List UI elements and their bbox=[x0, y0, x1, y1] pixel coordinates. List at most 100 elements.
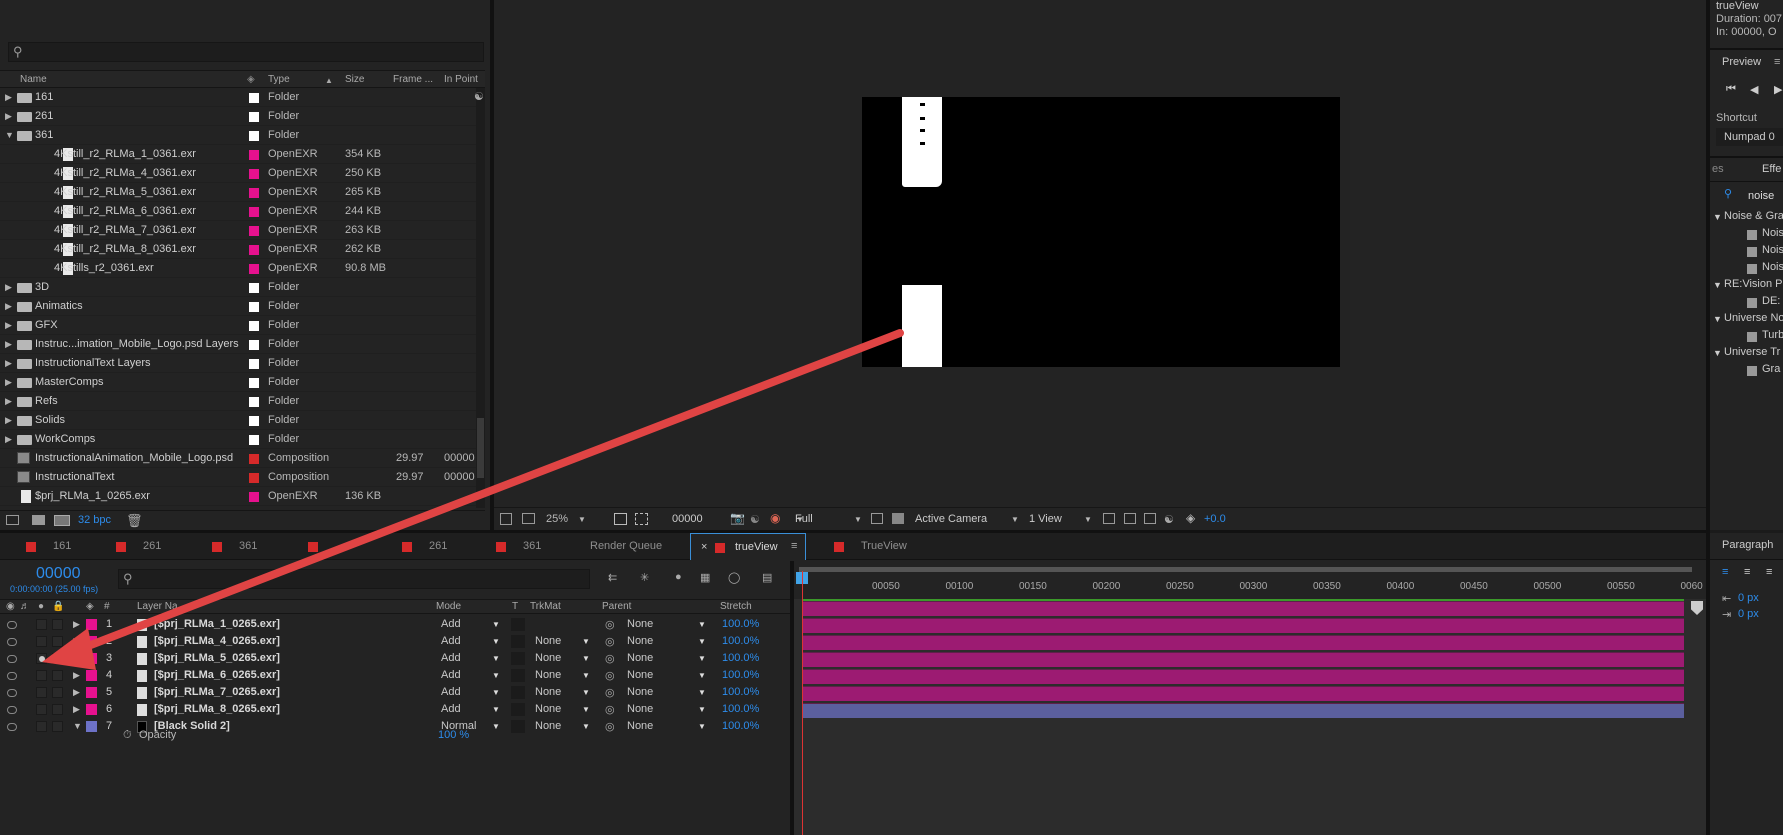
playhead-line[interactable] bbox=[802, 571, 803, 835]
label-swatch[interactable] bbox=[249, 112, 259, 122]
timeline-tab[interactable]: 361 bbox=[212, 533, 302, 560]
disclosure-closed-icon[interactable]: ▶ bbox=[73, 619, 80, 630]
label-swatch[interactable] bbox=[249, 378, 259, 388]
resolution-select[interactable]: Full bbox=[795, 513, 813, 525]
zoom-select[interactable]: 25% bbox=[546, 513, 568, 525]
stretch-value[interactable]: 100.0% bbox=[722, 635, 759, 647]
project-item[interactable]: 4Kstill_r2_RLMa_8_0361.exr OpenEXR 262 KB bbox=[0, 240, 476, 259]
parent-select[interactable]: None bbox=[627, 635, 653, 647]
chevron-down-icon[interactable]: ▼ bbox=[698, 637, 706, 646]
timeline-tab[interactable]: 261 bbox=[402, 533, 492, 560]
project-scrollbar[interactable] bbox=[476, 88, 485, 508]
comp-canvas[interactable] bbox=[862, 97, 1340, 367]
label-swatch[interactable] bbox=[249, 340, 259, 350]
label-swatch[interactable] bbox=[86, 619, 97, 630]
label-swatch[interactable] bbox=[249, 416, 259, 426]
label-swatch[interactable] bbox=[249, 207, 259, 217]
col-type[interactable]: Type bbox=[268, 74, 290, 85]
lock-toggle[interactable] bbox=[52, 704, 63, 715]
solo-toggle[interactable] bbox=[36, 619, 47, 630]
effects-tab-left[interactable]: es bbox=[1712, 163, 1724, 175]
track-matte-select[interactable]: None bbox=[535, 635, 561, 647]
exposure-value[interactable]: +0.0 bbox=[1204, 513, 1226, 525]
color-channels-icon[interactable]: ◉ bbox=[770, 511, 780, 525]
resolution-grid-icon[interactable] bbox=[614, 513, 627, 525]
project-item[interactable]: InstructionalText Composition 29.97 00000 bbox=[0, 468, 476, 487]
layer-name[interactable]: [$prj_RLMa_7_0265.exr] bbox=[154, 686, 280, 698]
pick-whip-icon[interactable]: ◎ bbox=[605, 618, 615, 631]
label-swatch[interactable] bbox=[86, 653, 97, 664]
timeline-tab[interactable]: 261 bbox=[116, 533, 206, 560]
label-swatch[interactable] bbox=[249, 169, 259, 179]
label-swatch[interactable] bbox=[249, 188, 259, 198]
effect-item[interactable]: Nois bbox=[1762, 244, 1783, 256]
project-item[interactable]: 4Kstills_r2_0361.exr OpenEXR 90.8 MB bbox=[0, 259, 476, 278]
label-swatch[interactable] bbox=[249, 245, 259, 255]
stretch-value[interactable]: 100.0% bbox=[722, 652, 759, 664]
blend-mode-select[interactable]: Add bbox=[441, 686, 461, 698]
monitor-icon[interactable] bbox=[522, 513, 535, 524]
label-swatch[interactable] bbox=[249, 264, 259, 274]
label-swatch[interactable] bbox=[86, 670, 97, 681]
stretch-value[interactable]: 100.0% bbox=[722, 686, 759, 698]
label-swatch[interactable] bbox=[249, 93, 259, 103]
layer-row[interactable]: ▶ 3 [$prj_RLMa_5_0265.exr] Add ▼ None ▼ ◎ None ▼ 1… bbox=[0, 650, 790, 667]
disclosure-open-icon[interactable]: ▼ bbox=[1713, 280, 1722, 290]
disclosure-closed-icon[interactable]: ▶ bbox=[5, 282, 12, 293]
chevron-down-icon[interactable]: ▼ bbox=[492, 671, 500, 680]
lock-toggle[interactable] bbox=[52, 619, 63, 630]
panel-menu-icon[interactable]: ≡ bbox=[1774, 56, 1780, 68]
chevron-down-icon[interactable]: ▼ bbox=[582, 654, 590, 663]
project-item[interactable]: ▶ 261 Folder bbox=[0, 107, 476, 126]
preserve-transparency-toggle[interactable] bbox=[511, 686, 525, 699]
label-swatch[interactable] bbox=[249, 131, 259, 141]
parent-select[interactable]: None bbox=[627, 669, 653, 681]
opacity-value[interactable]: 100 % bbox=[438, 729, 469, 741]
disclosure-closed-icon[interactable]: ▶ bbox=[73, 687, 80, 698]
layer-duration-bar[interactable] bbox=[802, 601, 1684, 616]
interpret-footage-icon[interactable] bbox=[6, 515, 19, 525]
disclosure-open-icon[interactable]: ▼ bbox=[1713, 314, 1722, 324]
disclosure-closed-icon[interactable]: ▶ bbox=[5, 377, 12, 388]
solo-toggle[interactable] bbox=[36, 670, 47, 681]
transparency-grid-icon[interactable] bbox=[892, 513, 904, 524]
disclosure-closed-icon[interactable]: ▶ bbox=[73, 704, 80, 715]
label-swatch[interactable] bbox=[249, 435, 259, 445]
label-swatch[interactable] bbox=[249, 150, 259, 160]
label-swatch[interactable] bbox=[249, 321, 259, 331]
label-swatch[interactable] bbox=[249, 454, 259, 464]
effects-search-input[interactable]: noise bbox=[1748, 190, 1774, 202]
col-size[interactable]: Size bbox=[345, 74, 364, 85]
project-item[interactable]: 4Kstill_r2_RLMa_5_0361.exr OpenEXR 265 KB bbox=[0, 183, 476, 202]
timeline-graph[interactable]: 00050 00100 00150 00200 00250 00300 00350 00400… bbox=[794, 561, 1706, 835]
layer-row[interactable]: ▶ 6 [$prj_RLMa_8_0265.exr] Add ▼ None ▼ ◎ None ▼ 1… bbox=[0, 701, 790, 718]
visibility-eye-icon[interactable] bbox=[7, 655, 17, 663]
layer-row[interactable]: ▶ 1 [$prj_RLMa_1_0265.exr] Add ▼ ◎ None ▼ 100.0% bbox=[0, 616, 790, 633]
pixel-aspect-icon[interactable] bbox=[1103, 513, 1115, 524]
project-item[interactable]: 4Kstill_r2_RLMa_6_0361.exr OpenEXR 244 KB bbox=[0, 202, 476, 221]
chevron-down-icon[interactable]: ▼ bbox=[854, 515, 862, 524]
effect-category[interactable]: Universe No bbox=[1724, 312, 1783, 324]
shortcut-select[interactable]: Numpad 0 bbox=[1724, 131, 1775, 143]
layer-duration-bar[interactable] bbox=[802, 635, 1684, 650]
parent-select[interactable]: None bbox=[627, 703, 653, 715]
solo-toggle[interactable] bbox=[36, 704, 47, 715]
project-item[interactable]: 4Kstill_r2_RLMa_1_0361.exr OpenEXR 354 KB bbox=[0, 145, 476, 164]
timeline-icon[interactable] bbox=[1144, 513, 1156, 524]
bit-depth-button[interactable]: 32 bpc bbox=[78, 514, 111, 526]
parent-select[interactable]: None bbox=[627, 686, 653, 698]
label-swatch[interactable] bbox=[86, 687, 97, 698]
chevron-down-icon[interactable]: ▼ bbox=[492, 654, 500, 663]
timeline-tab[interactable]: TrueView bbox=[834, 533, 924, 560]
preserve-transparency-toggle[interactable] bbox=[511, 652, 525, 665]
chevron-down-icon[interactable]: ▼ bbox=[582, 705, 590, 714]
parent-select[interactable]: None bbox=[627, 618, 653, 630]
layer-duration-bar[interactable] bbox=[802, 618, 1684, 633]
indent-left-value[interactable]: 0 px bbox=[1738, 592, 1759, 604]
chevron-down-icon[interactable]: ▼ bbox=[492, 688, 500, 697]
lock-toggle[interactable] bbox=[52, 670, 63, 681]
disclosure-open-icon[interactable]: ▼ bbox=[1713, 212, 1722, 222]
disclosure-open-icon[interactable]: ▼ bbox=[5, 130, 14, 140]
parent-select[interactable]: None bbox=[627, 652, 653, 664]
align-left-icon[interactable]: ≡ bbox=[1722, 566, 1728, 578]
